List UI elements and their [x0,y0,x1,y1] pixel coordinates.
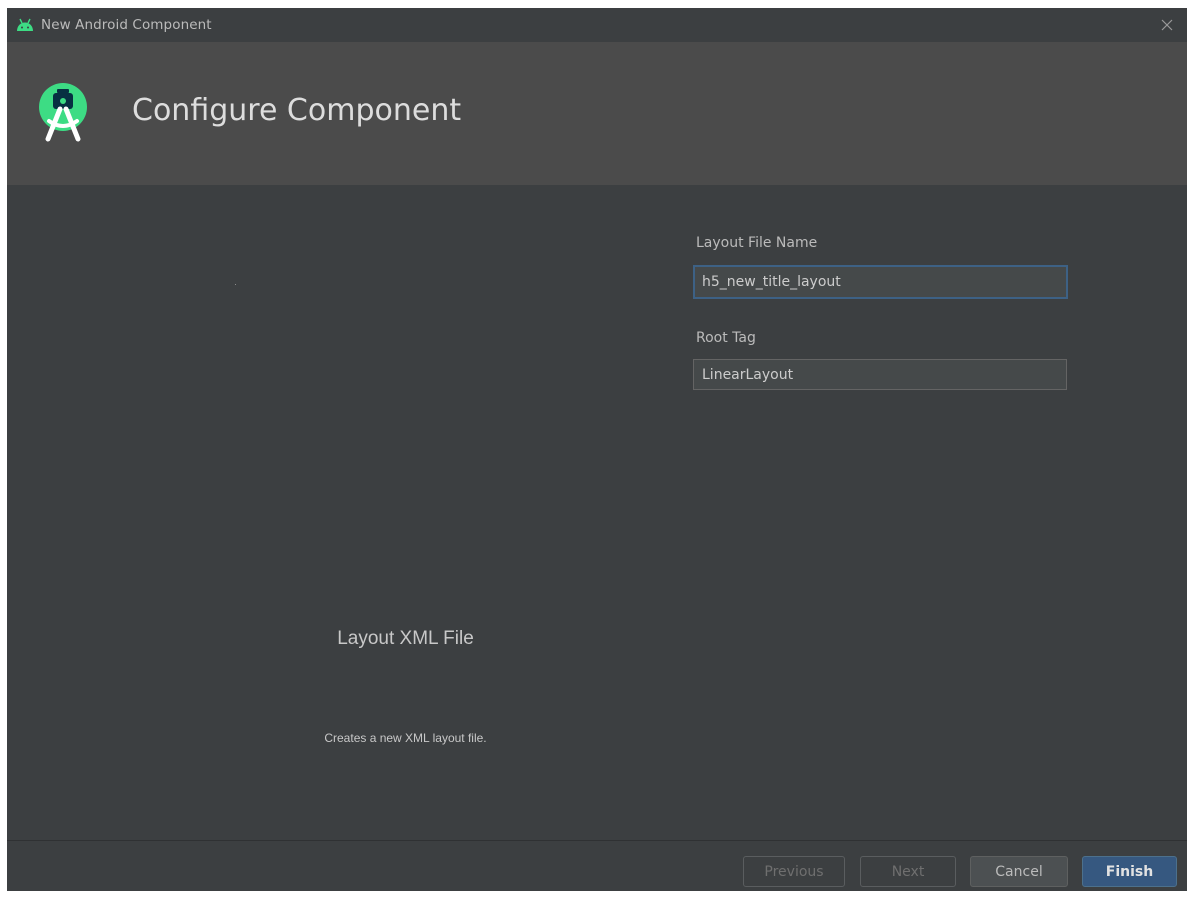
next-button[interactable]: Next [860,856,956,887]
window-titlebar: New Android Component [7,8,1187,42]
cancel-button[interactable]: Cancel [970,856,1068,887]
window-title: New Android Component [41,17,212,33]
close-icon[interactable] [1157,15,1177,35]
android-app-icon [17,18,33,31]
root-tag-input[interactable] [693,359,1067,390]
previous-button[interactable]: Previous [743,856,845,887]
preview-image [235,284,236,285]
new-android-component-dialog: New Android Component Configure Componen… [7,8,1187,891]
wizard-header: Configure Component [7,42,1187,185]
preview-description: Creates a new XML layout file. [324,731,487,745]
wizard-content: Layout XML File Creates a new XML layout… [7,185,1187,840]
wizard-footer: Previous Next Cancel Finish [7,841,1187,891]
finish-button[interactable]: Finish [1082,856,1177,887]
root-tag-label: Root Tag [696,330,756,346]
layout-file-name-label: Layout File Name [696,235,818,251]
page-title: Configure Component [132,93,462,128]
preview-title: Layout XML File [337,628,474,649]
android-studio-logo-icon [39,82,87,141]
layout-file-name-input[interactable] [693,265,1068,299]
